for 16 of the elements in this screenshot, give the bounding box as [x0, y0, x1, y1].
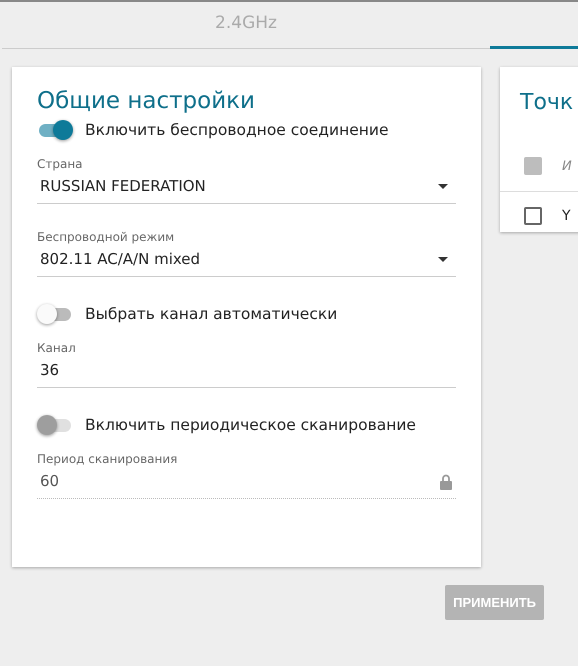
- toggle-switch[interactable]: [37, 304, 73, 324]
- input-field[interactable]: Канал 36: [37, 337, 456, 388]
- toggle-label: Включить периодическое сканирование: [85, 416, 416, 434]
- toggle-label: Выбрать канал автоматически: [85, 305, 338, 323]
- select-field[interactable]: Беспроводной режим 802.11 AC/A/N mixed: [37, 226, 456, 277]
- checkbox[interactable]: [524, 207, 542, 225]
- caret-icon: [438, 257, 448, 262]
- table-cell: Y: [562, 208, 571, 224]
- card-title: Точк: [519, 89, 574, 117]
- lock-icon: [440, 474, 452, 490]
- card-title: Общие настройки: [37, 87, 256, 115]
- select-field[interactable]: Страна RUSSIAN FEDERATION: [37, 153, 456, 204]
- column-header: И: [562, 158, 572, 174]
- caret-icon: [438, 184, 448, 189]
- toggle-label: Включить беспроводное соединение: [85, 121, 389, 139]
- toggle-switch[interactable]: [37, 120, 73, 140]
